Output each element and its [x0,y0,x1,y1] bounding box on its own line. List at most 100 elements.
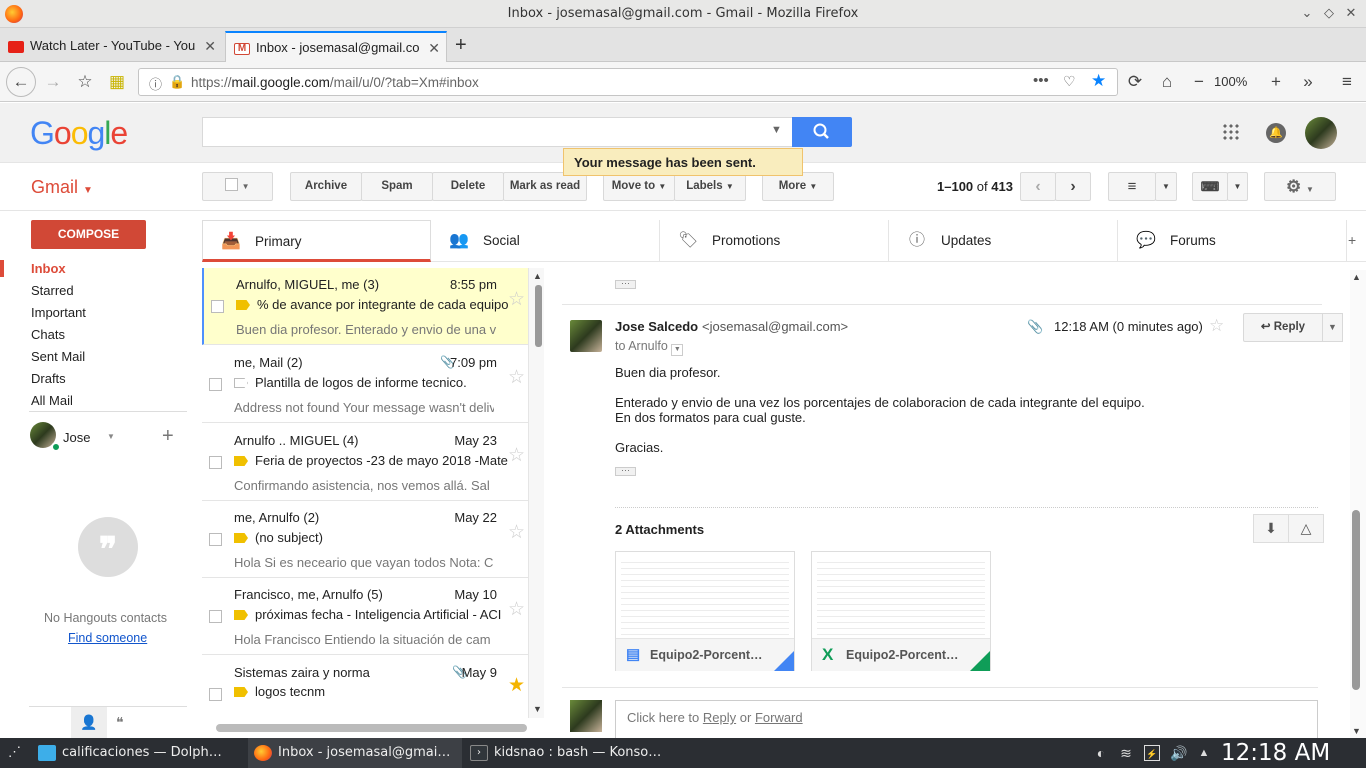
close-tab-icon[interactable]: ✕ [204,31,216,61]
find-someone-link[interactable]: Find someone [68,631,147,645]
tab-youtube[interactable]: Watch Later - YouTube - You ✕ [0,31,222,62]
overflow-menu-icon[interactable]: » [1295,70,1321,94]
table-row[interactable]: Arnulfo .. MIGUEL (4) May 23 Feria de pr… [202,424,528,501]
info-icon[interactable]: ⓘ [149,74,162,93]
spam-button[interactable]: Spam [361,172,433,201]
sidebar-item-inbox[interactable]: Inbox [31,261,66,276]
newer-button[interactable]: ‹ [1020,172,1056,201]
tab-gmail[interactable]: M Inbox - josemasal@gmail.co ✕ [225,31,447,62]
table-row[interactable]: Sistemas zaira y norma 📎 May 9 logos tec… [202,656,528,718]
reload-icon[interactable]: ⟳ [1122,70,1148,94]
row-checkbox[interactable] [211,300,224,313]
reply-link[interactable]: Reply [703,710,736,725]
hangouts-chat-icon[interactable]: ❝ [116,714,124,731]
minimize-icon[interactable]: ⌄ [1296,0,1318,28]
table-row[interactable]: me, Mail (2) 📎 7:09 pm Plantilla de logo… [202,346,528,423]
extension-icon[interactable]: ▦ [104,70,130,94]
archive-button[interactable]: Archive [290,172,362,201]
add-category-icon[interactable]: + [1348,232,1356,248]
notifications-bell-icon[interactable]: 🔔 [1266,123,1286,143]
google-logo[interactable]: Google [30,115,128,152]
delete-button[interactable]: Delete [432,172,504,201]
close-window-icon[interactable]: ✕ [1340,0,1362,28]
star-icon[interactable]: ☆ [508,366,525,389]
star-icon[interactable]: ☆ [1209,316,1224,336]
tab-forums[interactable]: 💬 Forums [1118,220,1347,262]
star-icon[interactable]: ☆ [508,444,525,467]
contacts-person-icon[interactable]: 👤 [71,707,107,738]
row-checkbox[interactable] [209,533,222,546]
select-all-checkbox[interactable]: ▼ [202,172,273,201]
close-tab-icon[interactable]: ✕ [428,33,440,62]
input-tools-dropdown[interactable]: ▼ [1227,172,1248,201]
search-button[interactable] [792,117,852,147]
row-checkbox[interactable] [209,456,222,469]
gmail-menu[interactable]: Gmail ▼ [31,177,93,198]
table-row[interactable]: Arnulfo, MIGUEL, me (3) 8:55 pm % de ava… [202,268,528,345]
hangouts-user[interactable]: Jose [63,430,90,445]
account-avatar[interactable] [1305,117,1337,149]
battery-icon[interactable]: ⚡ [1144,745,1160,761]
importance-marker-icon[interactable] [234,687,248,697]
zoom-level[interactable]: 100% [1214,74,1247,89]
save-to-drive-icon[interactable]: △ [1288,514,1324,543]
attachment-card[interactable]: X Equipo2-Porcent… [811,551,991,671]
reply-box[interactable]: Click here to Reply or Forward [615,700,1318,738]
sidebar-item-sent[interactable]: Sent Mail [31,349,85,364]
sidebar-item-drafts[interactable]: Drafts [31,371,66,386]
tab-social[interactable]: 👥 Social [431,220,660,262]
forward-link[interactable]: Forward [755,710,803,725]
row-checkbox[interactable] [209,610,222,623]
search-input[interactable]: ▼ [202,117,794,147]
tab-updates[interactable]: ⓘ Updates [889,220,1118,262]
star-icon[interactable]: ☆ [508,521,525,544]
forward-button[interactable]: → [40,70,66,94]
importance-marker-icon[interactable] [234,378,248,388]
row-checkbox[interactable] [209,688,222,701]
sender-avatar[interactable] [570,320,602,352]
scroll-up-icon[interactable]: ▲ [533,271,542,281]
keyboard-icon[interactable]: ⌨ [1192,172,1228,201]
split-pane-dropdown[interactable]: ▼ [1155,172,1177,201]
taskbar-item-konsole[interactable]: › kidsnao : bash — Konso… [464,738,678,768]
app-launcher-icon[interactable]: ⋰ [8,744,21,760]
zoom-in-button[interactable]: + [1263,70,1289,94]
table-row[interactable]: me, Arnulfo (2) May 22 (no subject) Hola… [202,501,528,578]
older-button[interactable]: › [1055,172,1091,201]
star-icon[interactable]: ☆ [508,288,525,311]
user-dropdown-icon[interactable]: ▼ [107,432,115,441]
sidebar-item-important[interactable]: Important [31,305,86,320]
new-tab-button[interactable]: + [455,34,467,57]
scrollbar-thumb[interactable] [1352,510,1360,690]
reply-button[interactable]: ↩ Reply [1243,313,1323,342]
horizontal-scrollbar[interactable] [216,724,527,732]
scroll-down-icon[interactable]: ▼ [533,704,542,714]
zoom-out-button[interactable]: − [1186,70,1212,94]
scroll-down-icon[interactable]: ▼ [1352,726,1361,736]
home-icon[interactable]: ⌂ [1154,70,1180,94]
page-actions-icon[interactable]: ••• [1033,72,1049,89]
show-trimmed-button[interactable]: ··· [615,279,636,289]
show-trimmed-button[interactable]: ··· [615,466,636,476]
download-all-icon[interactable]: ⬇ [1253,514,1289,543]
bookmark-star-icon[interactable]: ☆ [72,70,98,94]
more-button[interactable]: More ▼ [762,172,834,201]
search-options-icon[interactable]: ▼ [771,124,782,136]
importance-marker-icon[interactable] [234,610,248,620]
url-bar[interactable]: ⓘ 🔒 https://mail.google.com/mail/u/0/?ta… [138,68,1118,96]
show-details-icon[interactable]: ▼ [671,344,684,356]
importance-marker-icon[interactable] [234,533,248,543]
apps-grid-icon[interactable] [1222,123,1240,141]
star-icon[interactable]: ☆ [508,598,525,621]
split-pane-icon[interactable]: ≡ [1108,172,1156,201]
settings-gear-icon[interactable]: ⚙ ▼ [1264,172,1336,201]
sidebar-item-all-mail[interactable]: All Mail [31,393,73,408]
move-to-button[interactable]: Move to ▼ [603,172,675,201]
wifi-icon[interactable]: ≋ [1118,745,1134,761]
system-monitor-icon[interactable]: ◐ [1093,745,1109,761]
volume-icon[interactable]: 🔊 [1170,745,1187,761]
tab-promotions[interactable]: 🏷 Promotions [660,220,889,262]
maximize-icon[interactable]: ◇ [1318,0,1340,28]
sidebar-item-chats[interactable]: Chats [31,327,65,342]
scrollbar-thumb[interactable] [535,285,542,347]
